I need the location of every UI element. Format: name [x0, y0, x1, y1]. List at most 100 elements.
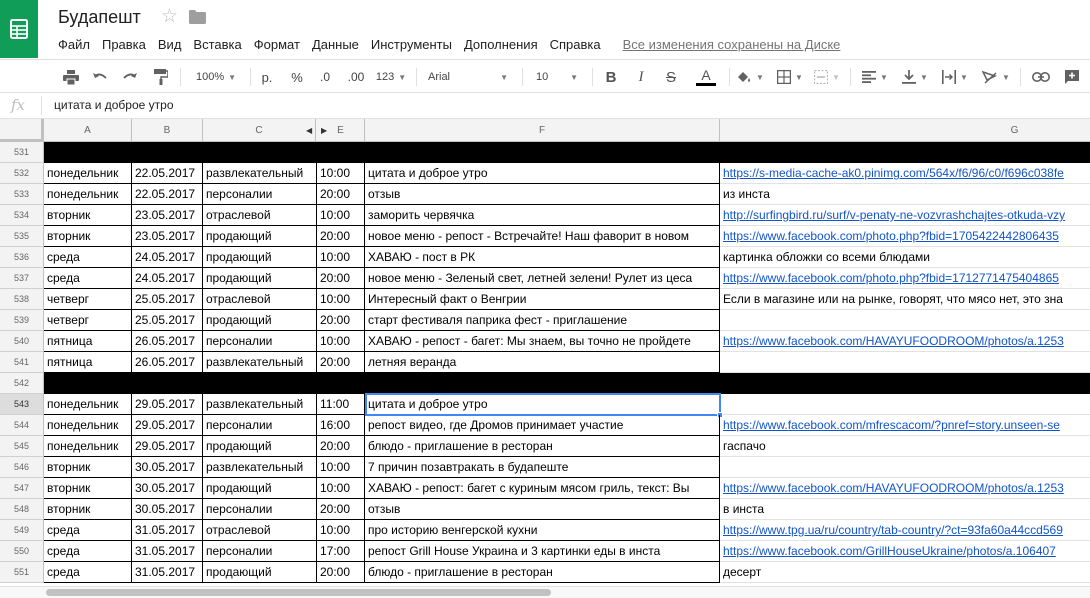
row-number[interactable]: 547 — [0, 478, 44, 499]
cell-a[interactable]: среда — [44, 520, 132, 541]
cell-g[interactable]: Если в магазине или на рынке, говорят, ч… — [720, 289, 1090, 310]
cell-f[interactable]: Интересный факт о Венгрии — [365, 289, 720, 310]
cell-g[interactable] — [720, 394, 1090, 415]
cell-f[interactable]: новое меню - Зеленый свет, летней зелени… — [365, 268, 720, 289]
cell-f[interactable]: блюдо - приглашение в ресторан — [365, 562, 720, 583]
cell-f[interactable]: репост видео, где Дромов принимает участ… — [365, 415, 720, 436]
cell-b[interactable]: 25.05.2017 — [132, 310, 203, 331]
column-header-e[interactable]: E — [317, 119, 365, 141]
row-number[interactable]: 535 — [0, 226, 44, 247]
cell-f[interactable]: ХАВАЮ - пост в РК — [365, 247, 720, 268]
increase-decimal-button[interactable]: .00 — [344, 65, 368, 89]
cell-f[interactable]: летняя веранда — [365, 352, 720, 373]
cell-c[interactable]: развлекательный — [203, 394, 317, 415]
bold-button[interactable]: B — [600, 65, 622, 89]
cell-g[interactable] — [720, 373, 1090, 394]
borders-button[interactable]: ▼ — [775, 65, 805, 89]
row-number[interactable]: 551 — [0, 562, 44, 583]
cell-c[interactable] — [203, 142, 317, 163]
cell-b[interactable]: 31.05.2017 — [132, 520, 203, 541]
row-number[interactable]: 533 — [0, 184, 44, 205]
redo-button[interactable] — [119, 65, 141, 89]
star-icon[interactable]: ☆ — [161, 7, 178, 27]
cell-c[interactable]: развлекательный — [203, 457, 317, 478]
cell-a[interactable]: вторник — [44, 205, 132, 226]
cell-e[interactable]: 20:00 — [317, 268, 365, 289]
cell-g[interactable]: https://www.facebook.com/photo.php?fbid=… — [720, 268, 1090, 289]
cell-c[interactable]: персоналии — [203, 184, 317, 205]
cell-e[interactable]: 10:00 — [317, 163, 365, 184]
strikethrough-button[interactable]: S — [660, 65, 682, 89]
cell-b[interactable]: 29.05.2017 — [132, 436, 203, 457]
scrollbar-thumb[interactable] — [46, 589, 551, 596]
print-button[interactable] — [60, 65, 82, 89]
cell-b[interactable]: 22.05.2017 — [132, 184, 203, 205]
cell-b[interactable]: 30.05.2017 — [132, 457, 203, 478]
menu-file[interactable]: Файл — [58, 37, 90, 52]
cell-f[interactable]: отзыв — [365, 499, 720, 520]
menu-insert[interactable]: Вставка — [193, 37, 241, 52]
cell-f[interactable]: новое меню - репост - Встречайте! Наш фа… — [365, 226, 720, 247]
cell-a[interactable]: понедельник — [44, 163, 132, 184]
cell-c[interactable]: отраслевой — [203, 520, 317, 541]
paint-format-button[interactable] — [150, 65, 172, 89]
row-number[interactable]: 538 — [0, 289, 44, 310]
cell-c[interactable]: продающий — [203, 562, 317, 583]
cell-a[interactable]: среда — [44, 541, 132, 562]
cell-g[interactable]: https://s-media-cache-ak0.pinimg.com/564… — [720, 163, 1090, 184]
merge-cells-button[interactable]: ▼ — [812, 65, 842, 89]
document-title[interactable]: Будапешт — [58, 7, 141, 28]
column-header-g[interactable]: G — [720, 119, 1090, 141]
cell-e[interactable]: 10:00 — [317, 478, 365, 499]
cell-e[interactable]: 10:00 — [317, 247, 365, 268]
text-rotation-button[interactable]: ▼ — [980, 65, 1012, 89]
currency-format-button[interactable]: р. — [256, 65, 278, 89]
cell-c[interactable]: развлекательный — [203, 352, 317, 373]
cell-b[interactable]: 29.05.2017 — [132, 394, 203, 415]
row-number[interactable]: 531 — [0, 142, 44, 163]
menu-tools[interactable]: Инструменты — [371, 37, 452, 52]
column-header-b[interactable]: B — [132, 119, 203, 141]
cell-b[interactable]: 31.05.2017 — [132, 541, 203, 562]
cell-e[interactable]: 10:00 — [317, 520, 365, 541]
cell-b[interactable]: 22.05.2017 — [132, 163, 203, 184]
cell-b[interactable]: 30.05.2017 — [132, 499, 203, 520]
cell-a[interactable] — [44, 373, 132, 394]
formula-input[interactable]: цитата и доброе утро — [54, 98, 174, 112]
row-number[interactable]: 536 — [0, 247, 44, 268]
cell-a[interactable]: понедельник — [44, 415, 132, 436]
column-header-a[interactable]: A — [44, 119, 132, 141]
cell-c[interactable]: отраслевой — [203, 205, 317, 226]
menu-help[interactable]: Справка — [550, 37, 601, 52]
row-number[interactable]: 539 — [0, 310, 44, 331]
undo-button[interactable] — [89, 65, 111, 89]
cell-g[interactable]: https://www.facebook.com/photo.php?fbid=… — [720, 226, 1090, 247]
cell-b[interactable]: 23.05.2017 — [132, 205, 203, 226]
cell-c[interactable]: персоналии — [203, 499, 317, 520]
cell-f[interactable]: заморить червячка — [365, 205, 720, 226]
cell-b[interactable]: 23.05.2017 — [132, 226, 203, 247]
cell-e[interactable]: 20:00 — [317, 436, 365, 457]
insert-link-button[interactable] — [1028, 65, 1054, 89]
cell-f[interactable]: ХАВАЮ - репост - багет: Мы знаем, вы точ… — [365, 331, 720, 352]
fill-color-button[interactable]: ▼ — [735, 65, 765, 89]
cell-a[interactable]: вторник — [44, 457, 132, 478]
cell-f[interactable]: цитата и доброе утро — [365, 394, 720, 415]
cell-c[interactable]: отраслевой — [203, 289, 317, 310]
cell-b[interactable]: 25.05.2017 — [132, 289, 203, 310]
cell-a[interactable]: понедельник — [44, 394, 132, 415]
menu-format[interactable]: Формат — [254, 37, 300, 52]
cell-g[interactable]: гаспачо — [720, 436, 1090, 457]
cell-g[interactable] — [720, 142, 1090, 163]
cell-f[interactable]: репост Grill House Украина и 3 картинки … — [365, 541, 720, 562]
cell-e[interactable]: 10:00 — [317, 205, 365, 226]
cell-e[interactable]: 16:00 — [317, 415, 365, 436]
cell-e[interactable]: 11:00 — [317, 394, 365, 415]
text-wrap-button[interactable]: ▼ — [940, 65, 970, 89]
cell-c[interactable]: развлекательный — [203, 163, 317, 184]
cell-b[interactable]: 24.05.2017 — [132, 247, 203, 268]
cell-c[interactable]: продающий — [203, 268, 317, 289]
cell-g[interactable]: http://surfingbird.ru/surf/v-penaty-ne-v… — [720, 205, 1090, 226]
cell-c[interactable]: продающий — [203, 478, 317, 499]
cell-g[interactable]: https://www.facebook.com/GrillHouseUkrai… — [720, 541, 1090, 562]
